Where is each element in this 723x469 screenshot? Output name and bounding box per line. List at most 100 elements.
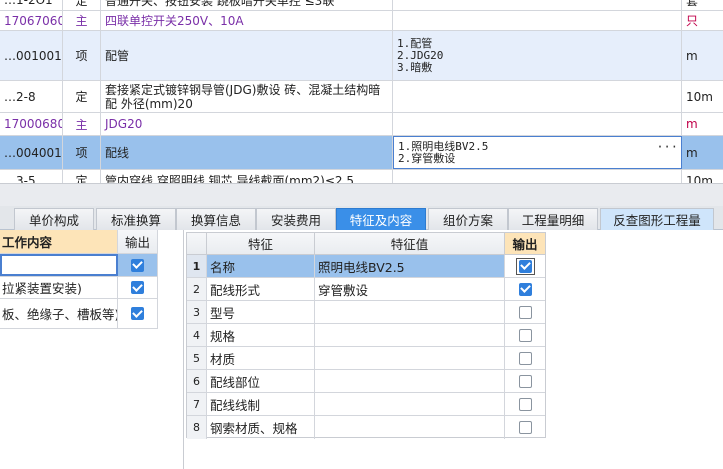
item-code: …1-2O1 [0,0,63,10]
feature-output-cell [505,347,545,369]
feature-value[interactable] [315,393,505,415]
feature-value[interactable]: 照明电线BV2.5 [315,255,505,277]
item-type: 主 [63,113,101,135]
output-checkbox[interactable] [131,281,144,294]
table-row[interactable]: 5 材质 [187,347,545,370]
item-feature [393,113,682,135]
item-code: 17067060… [0,11,63,30]
item-unit: m [686,48,698,63]
feature-header: 特征 [207,233,315,255]
item-code: …001001 [0,31,63,80]
feature-table: 特征 特征值 输出 1 名称 照明电线BV2.5 2 配线形式 穿管敷设 3 型… [186,232,546,439]
item-unit: 只 [686,14,699,28]
item-type: 项 [63,136,101,169]
feature-output-cell [505,370,545,392]
feature-output-header: 输出 [505,233,545,255]
ellipsis-button[interactable]: ··· [656,141,678,153]
item-feature [393,11,682,30]
item-code: …2-8 [0,81,63,112]
item-feature [393,0,682,10]
item-type: 定 [63,0,101,10]
item-unit: 10m [686,89,713,104]
list-item[interactable]: 板、绝缘子、槽板等) [0,299,158,329]
output-checkbox[interactable] [518,305,532,319]
row-number: 8 [187,416,207,439]
item-name: 配管 [101,31,393,80]
feature-value[interactable]: 穿管敷设 [315,278,505,300]
table-row[interactable]: …001001 项 配管 1.配管 2.JDG20 3.暗敷 m [0,31,723,81]
tab-conversion-info[interactable]: 换算信息 [176,208,256,230]
table-row[interactable]: 8 钢索材质、规格 [187,416,545,439]
feature-value[interactable] [315,347,505,369]
table-row[interactable]: …2-8 定 套接紧定式镀锌钢导管(JDG)敷设 砖、混凝土结构暗配 外径(mm… [0,81,723,113]
output-checkbox[interactable] [518,421,532,434]
output-checkbox[interactable] [131,258,144,272]
row-number: 1 [187,255,207,277]
feature-output-cell [505,301,545,323]
feature-name: 钢索材质、规格 [207,416,315,439]
tab-features-content[interactable]: 特征及内容 [336,208,426,230]
feature-line: 3.暗敷 [397,60,433,74]
list-item[interactable] [0,254,158,277]
feature-output-cell [505,255,545,277]
table-row[interactable]: …3-5 定 管内穿线 穿照明线 铜芯 导线截面(mm2)≤2.5 10m [0,170,723,183]
tab-install-fee[interactable]: 安装费用 [256,208,336,230]
table-row[interactable]: 4 规格 [187,324,545,347]
feature-line: 1.照明电线BV2.5 [398,139,489,153]
item-name: JDG20 [101,113,393,135]
feature-value[interactable] [315,370,505,392]
feature-editor[interactable]: 1.照明电线BV2.5 2.穿管敷设 ··· [393,136,682,169]
feature-name: 规格 [207,324,315,346]
output-checkbox[interactable] [518,374,532,388]
table-row[interactable]: 3 型号 [187,301,545,324]
item-name: 套接紧定式镀锌钢导管(JDG)敷设 砖、混凝土结构暗配 外径(mm)20 [101,81,393,112]
feature-value[interactable] [315,301,505,323]
output-checkbox[interactable] [518,259,532,273]
item-name: 四联单控开关250V、10A [101,11,393,30]
output-checkbox[interactable] [518,328,532,342]
work-content-header: 工作内容 [0,230,118,254]
item-name: 普通开关、按钮安装 跷板暗开关单控 ≤3联 [101,0,393,10]
table-row[interactable]: 17000680… 主 JDG20 m [0,113,723,136]
item-type: 项 [63,31,101,80]
tab-pricing-scheme[interactable]: 组价方案 [428,208,508,230]
feature-name: 配线线制 [207,393,315,415]
table-row[interactable]: 6 配线部位 [187,370,545,393]
table-row-selected[interactable]: 1 名称 照明电线BV2.5 [187,255,545,278]
feature-name: 型号 [207,301,315,323]
row-number: 6 [187,370,207,392]
tab-quantity-detail[interactable]: 工程量明细 [508,208,598,230]
feature-name: 材质 [207,347,315,369]
table-row[interactable]: …1-2O1 定 普通开关、按钮安装 跷板暗开关单控 ≤3联 套 [0,0,723,11]
table-row-selected[interactable]: …004001 项 配线 1.照明电线BV2.5 2.穿管敷设 ··· m [0,136,723,170]
item-unit: 10m [686,173,713,184]
work-output-header: 输出 [118,230,158,254]
work-content-text: 板、绝缘子、槽板等) [0,299,118,328]
tab-standard-conversion[interactable]: 标准换算 [96,208,176,230]
tab-graphic-quantity[interactable]: 反查图形工程量 [600,208,714,230]
output-checkbox[interactable] [518,397,532,411]
output-checkbox[interactable] [518,351,532,365]
tab-unit-price[interactable]: 单价构成 [14,208,94,230]
item-type: 定 [63,170,101,183]
output-checkbox[interactable] [518,282,532,296]
item-name: 管内穿线 穿照明线 铜芯 导线截面(mm2)≤2.5 [101,170,393,183]
feature-output-cell [505,324,545,346]
table-row[interactable]: 2 配线形式 穿管敷设 [187,278,545,301]
table-row[interactable]: 17067060… 主 四联单控开关250V、10A 只 [0,11,723,31]
item-unit: 套 [686,0,699,8]
feature-name: 配线部位 [207,370,315,392]
feature-name: 名称 [207,255,315,277]
feature-value[interactable] [315,324,505,346]
feature-output-cell [505,416,545,439]
output-checkbox[interactable] [131,307,144,320]
table-row[interactable]: 7 配线线制 [187,393,545,416]
item-code: 17000680… [0,113,63,135]
panel-splitter[interactable] [0,183,723,206]
row-number: 5 [187,347,207,369]
feature-value[interactable] [315,416,505,439]
item-feature: 1.配管 2.JDG20 3.暗敷 [393,31,682,80]
list-item[interactable]: 拉紧装置安装) [0,277,158,299]
work-content-input[interactable] [0,254,118,276]
item-feature [393,81,682,112]
